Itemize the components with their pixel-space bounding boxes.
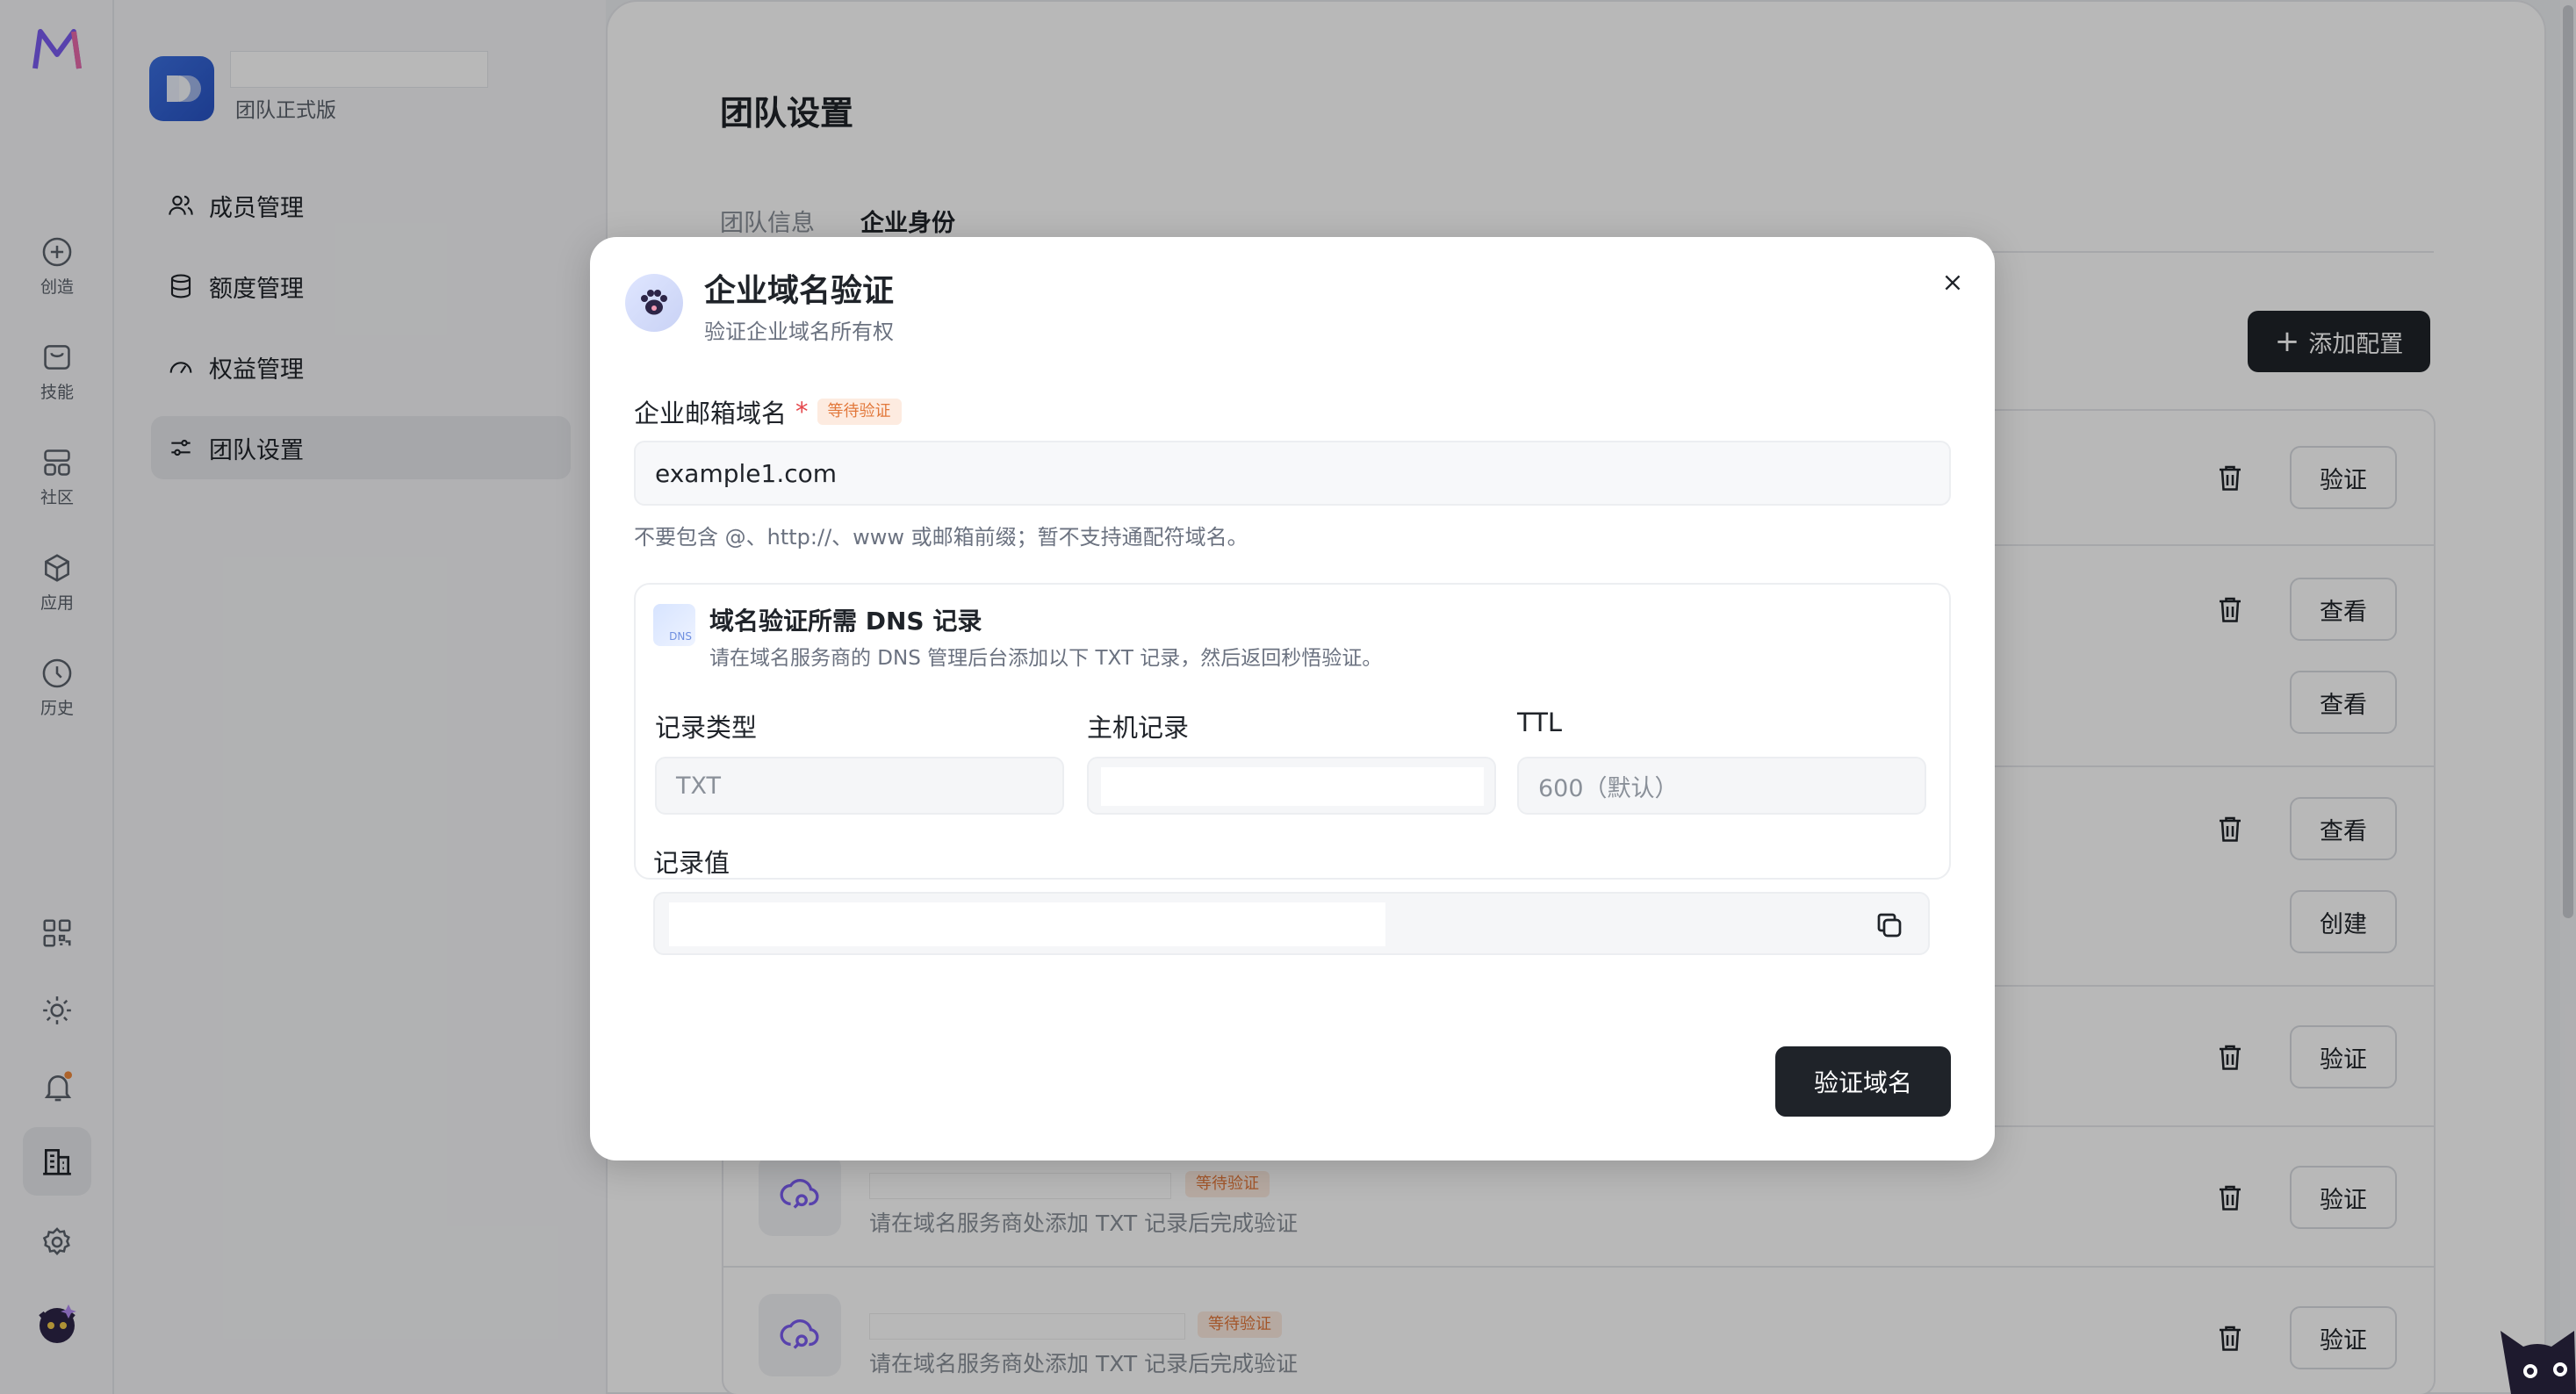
- modal-title: 企业域名验证: [704, 273, 895, 309]
- domain-verify-modal: 企业域名验证 验证企业域名所有权 企业邮箱域名 * 等待验证 example1.…: [590, 237, 1995, 1160]
- col-ttl-label: TTL: [1517, 708, 1563, 737]
- col-type-label: 记录类型: [655, 713, 758, 743]
- verify-domain-button[interactable]: 验证域名: [1775, 1046, 1951, 1117]
- dns-desc: 请在域名服务商的 DNS 管理后台添加以下 TXT 记录，然后返回秒悟验证。: [709, 647, 1383, 670]
- record-type-field: TXT: [655, 757, 1064, 815]
- required-mark: *: [795, 397, 809, 427]
- record-value-redacted: [669, 902, 1385, 946]
- record-value-label: 记录值: [653, 848, 730, 878]
- paw-icon: [625, 274, 683, 332]
- mascot-icon[interactable]: [2485, 1308, 2576, 1394]
- dns-title: 域名验证所需 DNS 记录: [709, 607, 982, 636]
- host-record-field[interactable]: [1087, 757, 1496, 815]
- dns-icon: DNS: [653, 604, 695, 646]
- close-icon[interactable]: [1937, 267, 1968, 298]
- modal-subtitle: 验证企业域名所有权: [704, 320, 894, 344]
- domain-hint: 不要包含 @、http://、www 或邮箱前缀；暂不支持通配符域名。: [634, 525, 1248, 550]
- domain-input[interactable]: example1.com: [634, 441, 1951, 506]
- host-value-redacted: [1101, 767, 1484, 806]
- status-badge: 等待验证: [817, 399, 902, 425]
- domain-field-label-row: 企业邮箱域名 * 等待验证: [634, 393, 902, 430]
- dns-icon-text: DNS: [669, 630, 692, 643]
- ttl-field: 600（默认）: [1517, 757, 1926, 815]
- dns-record-panel: DNS 域名验证所需 DNS 记录 请在域名服务商的 DNS 管理后台添加以下 …: [634, 583, 1951, 880]
- col-host-label: 主机记录: [1087, 713, 1190, 743]
- domain-field-label: 企业邮箱域名: [634, 399, 788, 428]
- record-value-field[interactable]: [653, 892, 1930, 955]
- copy-icon[interactable]: [1874, 909, 1905, 945]
